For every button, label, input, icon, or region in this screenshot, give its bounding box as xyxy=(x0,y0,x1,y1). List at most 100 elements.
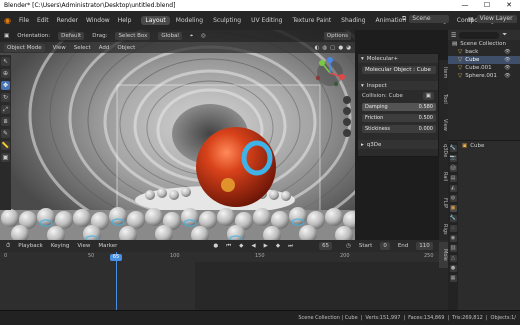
panel-header-q3de[interactable]: ▸ q3De xyxy=(358,140,438,149)
outliner-item-cube001[interactable]: ▽ Cube.001 👁 xyxy=(448,64,520,72)
menu-render[interactable]: Render xyxy=(57,17,78,24)
scene-props-icon[interactable]: ◭ xyxy=(449,185,457,192)
start-frame-field[interactable]: 0 xyxy=(380,242,390,250)
tab-item[interactable]: Item xyxy=(439,60,448,86)
menu-keying[interactable]: Keying xyxy=(51,243,69,249)
measure-tool-icon[interactable]: 📏 xyxy=(1,141,10,150)
outliner-item-sphere001[interactable]: ▽ Sphere.001 👁 xyxy=(448,72,520,80)
material-props-icon[interactable]: ● xyxy=(449,265,457,272)
render-props-icon[interactable]: 📷 xyxy=(449,155,457,162)
menu-file[interactable]: File xyxy=(19,17,29,24)
current-frame-field[interactable]: 65 xyxy=(319,242,333,250)
jump-start-icon[interactable]: ⏮ xyxy=(226,243,231,250)
minimize-icon[interactable]: — xyxy=(454,0,476,11)
prev-keyframe-icon[interactable]: ◆ xyxy=(239,243,243,249)
tab-modeling[interactable]: Modeling xyxy=(172,16,207,25)
menu-playback[interactable]: Playback xyxy=(18,243,43,249)
blender-logo-icon[interactable]: ◉ xyxy=(4,16,11,25)
tab-tool[interactable]: Tool xyxy=(439,86,448,112)
tab-flip[interactable]: FLIP xyxy=(439,190,448,216)
viewport-render[interactable] xyxy=(0,30,355,240)
tab-layout[interactable]: Layout xyxy=(141,16,170,25)
menu-window[interactable]: Window xyxy=(86,17,110,24)
next-keyframe-icon[interactable]: ◆ xyxy=(276,243,280,249)
menu-add[interactable]: Add xyxy=(99,45,110,51)
rotate-tool-icon[interactable]: ↻ xyxy=(1,93,10,102)
outliner-scene-collection[interactable]: ▤ Scene Collection xyxy=(448,40,520,48)
friction-field[interactable]: Friction 0.500 xyxy=(362,113,436,122)
play-icon[interactable]: ▶ xyxy=(264,243,268,249)
overlay-icon[interactable]: ◍ xyxy=(322,45,327,51)
mode-dropdown[interactable]: Object Mode xyxy=(4,43,45,52)
move-tool-icon[interactable]: ✥ xyxy=(1,81,10,90)
proportional-edit-icon[interactable]: ◎ xyxy=(201,33,206,39)
filter-icon[interactable]: ⏷ xyxy=(502,31,507,39)
snap-icon[interactable]: ⌖ xyxy=(190,33,193,40)
3d-viewport[interactable]: ▣ Orientation: Default Drag: Select Box … xyxy=(0,30,355,240)
scene-selector[interactable]: ⧉ Scene xyxy=(402,15,450,23)
tab-view[interactable]: View xyxy=(439,112,448,138)
tab-texture-paint[interactable]: Texture Paint xyxy=(288,16,335,25)
outliner-item-cube[interactable]: ▽ Cube 👁 xyxy=(448,56,520,64)
view-layer-selector[interactable]: ▤ View Layer xyxy=(468,15,517,23)
annotate-tool-icon[interactable]: ✎ xyxy=(1,129,10,138)
tab-mole[interactable]: Mole xyxy=(439,242,448,268)
menu-view[interactable]: View xyxy=(53,45,66,51)
timeline-editor-icon[interactable]: ⏱ xyxy=(6,243,10,250)
tab-rigs[interactable]: Rigs xyxy=(439,216,448,242)
record-icon[interactable]: ● xyxy=(213,243,218,249)
menu-marker[interactable]: Marker xyxy=(98,243,117,249)
output-props-icon[interactable]: 🖨 xyxy=(449,165,457,172)
damping-field[interactable]: Damping 0.580 xyxy=(362,102,436,111)
tab-uv-editing[interactable]: UV Editing xyxy=(247,16,286,25)
select-tool-icon[interactable]: ↖ xyxy=(1,57,10,66)
modifier-props-icon[interactable]: 🔧 xyxy=(449,215,457,222)
outliner-search-input[interactable] xyxy=(459,31,500,39)
view-layer-name[interactable]: View Layer xyxy=(476,15,517,23)
options-dropdown[interactable]: Options xyxy=(323,32,351,40)
view-layer-props-icon[interactable]: ▤ xyxy=(449,175,457,182)
play-reverse-icon[interactable]: ◀ xyxy=(251,243,255,249)
transform-tool-icon[interactable]: ⧈ xyxy=(1,117,10,126)
add-cube-tool-icon[interactable]: ▣ xyxy=(1,153,10,162)
panel-header-inspect[interactable]: ▾ Inspect xyxy=(358,81,438,90)
visibility-eye-icon[interactable]: 👁 xyxy=(504,57,510,63)
tab-shading[interactable]: Shading xyxy=(337,16,369,25)
object-props-icon[interactable]: ▣ xyxy=(449,205,457,212)
preview-range-icon[interactable]: ◷ xyxy=(346,243,351,249)
close-icon[interactable]: ✕ xyxy=(498,0,520,11)
data-props-icon[interactable]: △ xyxy=(449,255,457,262)
world-props-icon[interactable]: ◍ xyxy=(449,195,457,202)
end-frame-field[interactable]: 110 xyxy=(416,242,433,250)
shading-solid-icon[interactable]: ● xyxy=(338,45,343,51)
particles-props-icon[interactable]: ∴ xyxy=(449,225,457,232)
menu-help[interactable]: Help xyxy=(118,17,132,24)
physics-props-icon[interactable]: ◉ xyxy=(449,235,457,242)
shading-rendered-icon[interactable]: ◕ xyxy=(346,45,351,51)
tab-q3de[interactable]: q3De xyxy=(439,138,448,164)
tool-props-icon[interactable]: 🔧 xyxy=(449,145,457,152)
maximize-icon[interactable]: ☐ xyxy=(476,0,498,11)
timeline-ruler[interactable]: 0 50 100 150 200 250 xyxy=(0,252,448,262)
constraints-props-icon[interactable]: ⛓ xyxy=(449,245,457,252)
panel-header-molecular[interactable]: ▾ Molecular+ xyxy=(358,54,438,63)
editor-type-icon[interactable]: ▣ xyxy=(4,33,9,39)
outliner-editor-icon[interactable]: ☰ xyxy=(451,32,456,39)
texture-props-icon[interactable]: ▦ xyxy=(449,275,457,282)
visibility-eye-icon[interactable]: 👁 xyxy=(504,73,510,79)
visibility-eye-icon[interactable]: 👁 xyxy=(504,49,510,55)
stickiness-field[interactable]: Stickiness 0.000 xyxy=(362,124,436,133)
collision-toggle-icon[interactable]: ▣ xyxy=(422,91,434,100)
xray-icon[interactable]: ▢ xyxy=(330,45,335,51)
jump-end-icon[interactable]: ⏭ xyxy=(288,243,293,250)
menu-select[interactable]: Select xyxy=(74,45,91,51)
visibility-eye-icon[interactable]: 👁 xyxy=(504,65,510,71)
cursor-tool-icon[interactable]: ⊕ xyxy=(1,69,10,78)
playhead-frame-label[interactable]: 65 xyxy=(110,254,122,261)
tab-rail[interactable]: Rail xyxy=(439,164,448,190)
scene-name[interactable]: Scene xyxy=(409,15,450,23)
menu-view-timeline[interactable]: View xyxy=(77,243,90,249)
tab-sculpting[interactable]: Sculpting xyxy=(209,16,245,25)
orientation-dropdown[interactable]: Default xyxy=(58,32,85,40)
visibility-icon[interactable]: ◐ xyxy=(315,45,320,51)
